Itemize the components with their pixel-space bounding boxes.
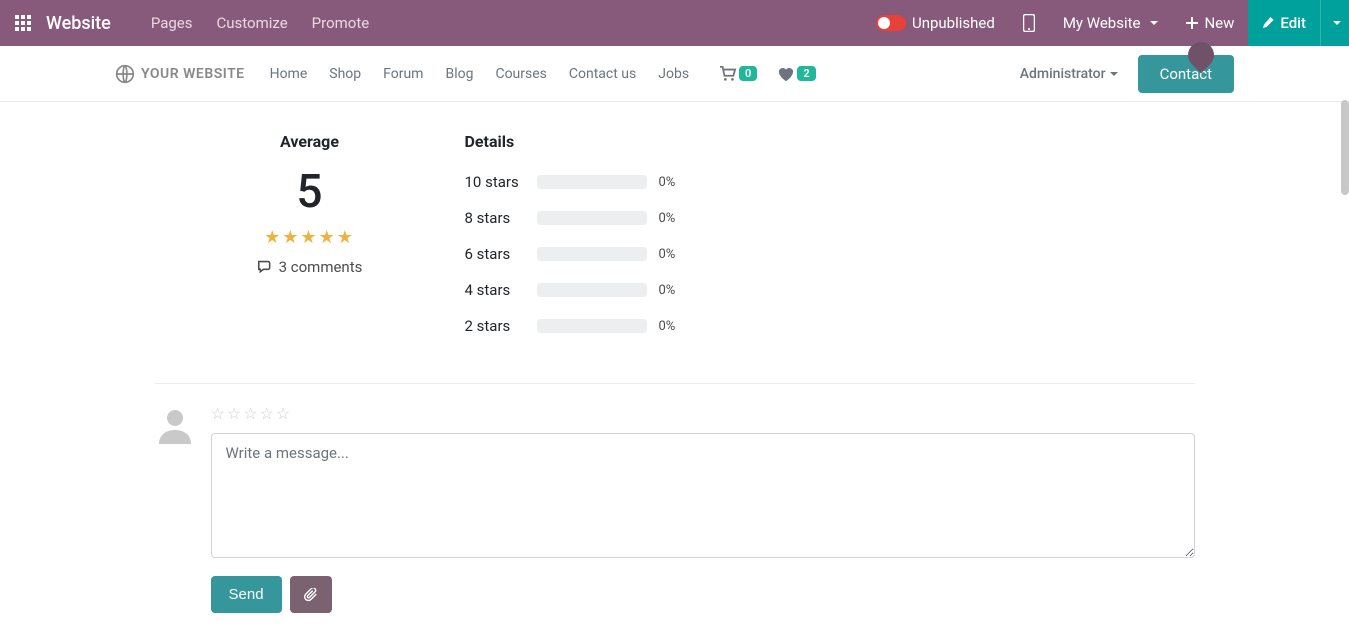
breakdown-pct: 0% [659, 175, 676, 190]
nav-home[interactable]: Home [270, 66, 308, 82]
avatar-icon [155, 404, 195, 444]
breakdown-row: 2 stars 0% [465, 317, 676, 335]
comments-count-text: 3 comments [279, 258, 363, 276]
message-input[interactable] [211, 433, 1195, 558]
menu-pages[interactable]: Pages [151, 14, 193, 32]
nav-jobs[interactable]: Jobs [658, 66, 689, 82]
apps-icon[interactable] [0, 15, 46, 31]
content: Average 5 ★★★★★ 3 comments Details 10 st… [155, 102, 1195, 613]
breakdown-pct: 0% [659, 211, 676, 226]
breakdown-label: 10 stars [465, 173, 525, 191]
breakdown-row: 8 stars 0% [465, 209, 676, 227]
user-avatar [155, 404, 195, 444]
my-website-label: My Website [1063, 14, 1141, 32]
publish-toggle[interactable]: Unpublished [862, 0, 1009, 46]
menu-customize[interactable]: Customize [217, 14, 288, 32]
average-heading: Average [155, 132, 465, 151]
wishlist-button[interactable]: 2 [777, 66, 815, 82]
send-button[interactable]: Send [211, 576, 282, 613]
nav-icons: 0 2 [719, 66, 816, 82]
scrollbar[interactable] [1341, 100, 1349, 195]
breakdown-pct: 0% [659, 247, 676, 262]
nav-courses[interactable]: Courses [495, 66, 546, 82]
rating-summary: Average 5 ★★★★★ 3 comments Details 10 st… [155, 122, 1195, 384]
site-logo[interactable]: YOUR WEBSITE [115, 64, 245, 84]
breakdown-row: 10 stars 0% [465, 173, 676, 191]
contact-button[interactable]: Contact [1138, 55, 1234, 93]
edit-label: Edit [1280, 14, 1306, 32]
breakdown-label: 8 stars [465, 209, 525, 227]
heart-icon [777, 66, 795, 82]
details-heading: Details [465, 132, 676, 151]
breakdown-bar [537, 319, 647, 333]
nav-forum[interactable]: Forum [383, 66, 423, 82]
breakdown-label: 6 stars [465, 245, 525, 263]
cart-button[interactable]: 0 [719, 66, 757, 82]
comment-area: ☆☆☆☆☆ Send [155, 384, 1195, 613]
administrator-dropdown[interactable]: Administrator [1020, 66, 1118, 82]
pencil-icon [1262, 17, 1274, 29]
cart-icon [719, 66, 737, 82]
nav-links: Home Shop Forum Blog Courses Contact us … [270, 66, 689, 82]
comments-count: 3 comments [155, 258, 465, 276]
admin-menu-right: Unpublished My Website New Edit [862, 0, 1349, 46]
average-value: 5 [155, 169, 465, 215]
details-column: Details 10 stars 0% 8 stars 0% 6 stars 0… [465, 132, 676, 353]
breakdown-bar [537, 211, 647, 225]
breakdown-label: 2 stars [465, 317, 525, 335]
average-stars: ★★★★★ [155, 227, 465, 248]
chevron-down-icon [1333, 21, 1341, 25]
plus-icon [1186, 17, 1198, 29]
administrator-label: Administrator [1020, 66, 1106, 82]
chevron-down-icon [1150, 21, 1158, 25]
app-brand[interactable]: Website [46, 13, 111, 34]
breakdown-label: 4 stars [465, 281, 525, 299]
comments-icon [257, 260, 273, 274]
rating-input[interactable]: ☆☆☆☆☆ [211, 404, 1195, 423]
admin-menu-left: Pages Customize Promote [151, 14, 369, 32]
edit-dropdown[interactable] [1320, 0, 1349, 46]
logo-text: YOUR WEBSITE [141, 66, 245, 82]
nav-contact-us[interactable]: Contact us [569, 66, 636, 82]
wishlist-badge: 2 [797, 66, 815, 81]
attach-button[interactable] [290, 576, 332, 613]
breakdown-pct: 0% [659, 283, 676, 298]
nav-shop[interactable]: Shop [329, 66, 361, 82]
breakdown-row: 6 stars 0% [465, 245, 676, 263]
breakdown-bar [537, 283, 647, 297]
toggle-icon [876, 15, 906, 31]
form-actions: Send [211, 576, 1195, 613]
unpublished-label: Unpublished [912, 14, 995, 32]
nav-blog[interactable]: Blog [445, 66, 473, 82]
breakdown-pct: 0% [659, 319, 676, 334]
comment-form: ☆☆☆☆☆ Send [211, 404, 1195, 613]
chevron-down-icon [1110, 72, 1118, 76]
admin-bar: Website Pages Customize Promote Unpublis… [0, 0, 1349, 46]
breakdown-bar [537, 175, 647, 189]
new-button[interactable]: New [1172, 0, 1248, 46]
edit-button[interactable]: Edit [1248, 0, 1320, 46]
new-label: New [1204, 14, 1234, 32]
paperclip-icon [304, 588, 318, 602]
average-column: Average 5 ★★★★★ 3 comments [155, 132, 465, 353]
my-website-dropdown[interactable]: My Website [1049, 0, 1173, 46]
breakdown-bar [537, 247, 647, 261]
site-nav: YOUR WEBSITE Home Shop Forum Blog Course… [0, 46, 1349, 102]
breakdown-row: 4 stars 0% [465, 281, 676, 299]
mobile-preview-button[interactable] [1009, 0, 1049, 46]
cart-badge: 0 [739, 66, 757, 81]
menu-promote[interactable]: Promote [312, 14, 370, 32]
globe-icon [115, 64, 135, 84]
